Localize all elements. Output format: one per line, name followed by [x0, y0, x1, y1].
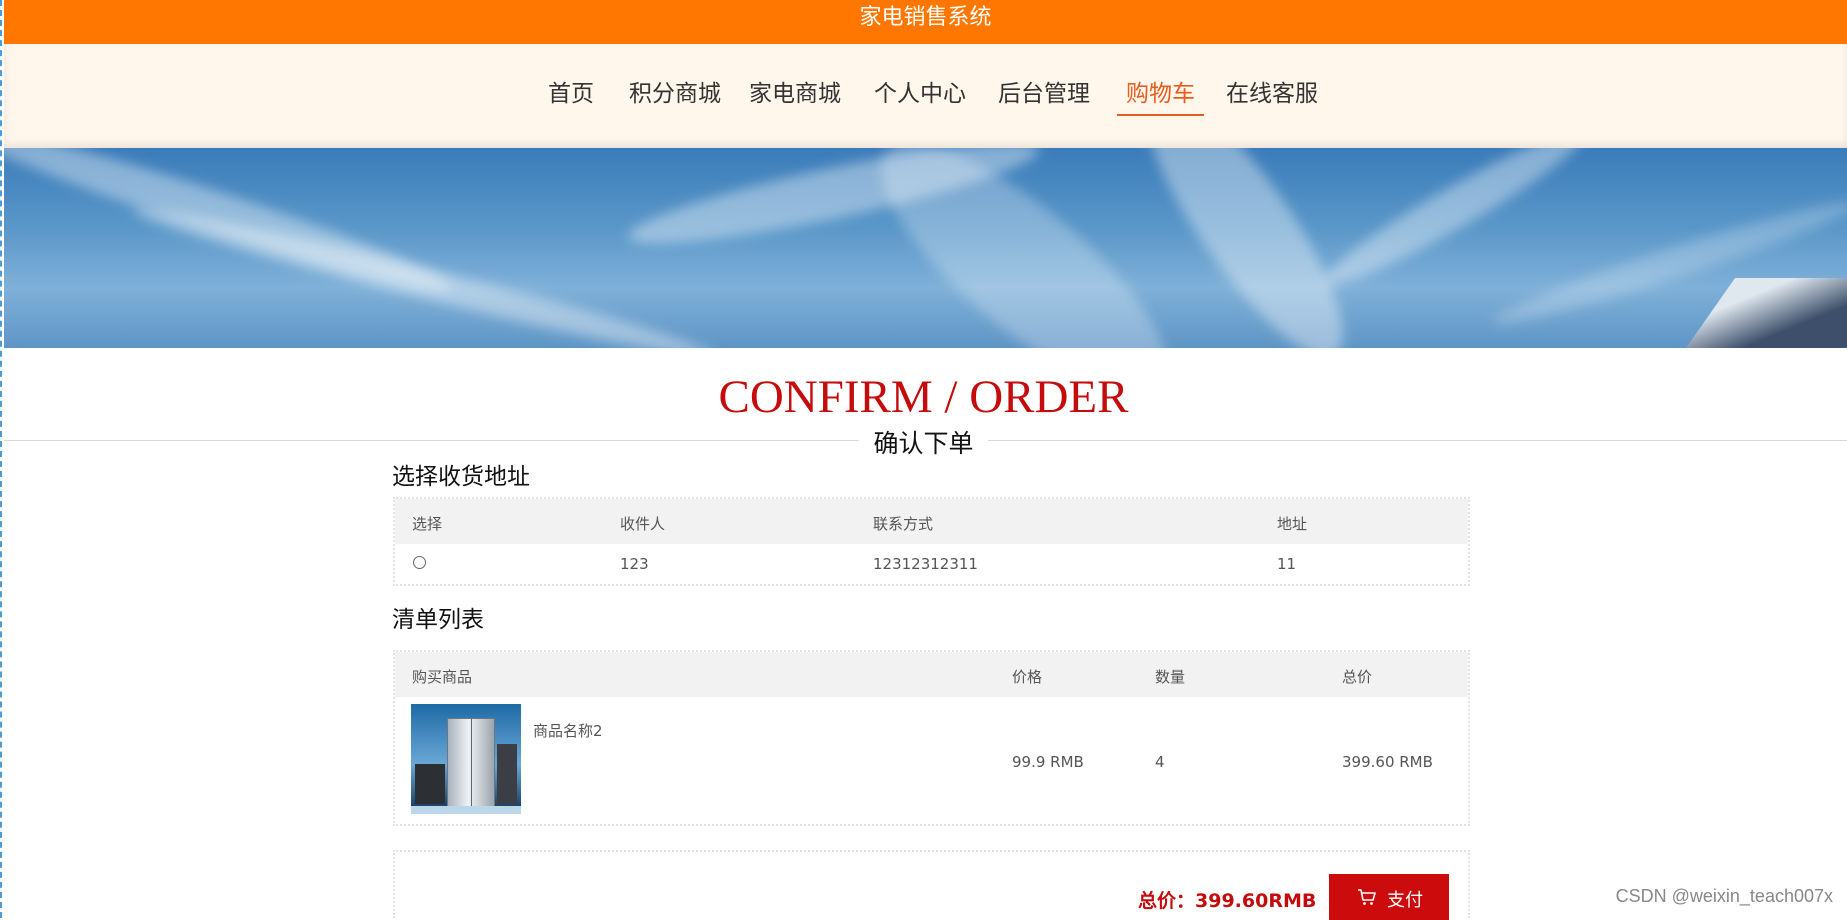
- mountain-peak: [1678, 278, 1847, 348]
- pay-button[interactable]: 支付: [1329, 874, 1449, 920]
- address-select-radio[interactable]: [413, 556, 426, 569]
- nav-item-home[interactable]: 首页: [548, 80, 594, 116]
- total-price-label: 总价：399.60RMB: [1138, 890, 1317, 912]
- app-title-bar: 家电销售系统: [4, 0, 1847, 44]
- address-table: 选择 收件人 联系方式 地址 123 12312312311 11: [393, 497, 1470, 586]
- nav-item-admin[interactable]: 后台管理: [998, 80, 1090, 116]
- refrigerator-product-image[interactable]: [411, 704, 521, 814]
- address-section-title: 选择收货地址: [392, 464, 530, 490]
- price-cell: 99.9 RMB: [1012, 753, 1084, 771]
- order-table-header: 购买商品 价格 数量 总价: [395, 652, 1468, 697]
- product-name[interactable]: 商品名称2: [533, 720, 603, 741]
- order-summary-bar: 总价：399.60RMB 支付: [393, 850, 1470, 920]
- col-header-address: 地址: [1277, 515, 1308, 533]
- address-table-header: 选择 收件人 联系方式 地址: [395, 499, 1468, 544]
- nav-item-cart[interactable]: 购物车: [1117, 80, 1204, 116]
- order-table: 购买商品 价格 数量 总价 商品名称2 99.9 RMB 4 399.60 RM…: [393, 650, 1470, 826]
- app-title: 家电销售系统: [859, 5, 992, 30]
- page-heading-en: CONFIRM / ORDER: [718, 371, 1129, 423]
- page-heading-cn: 确认下单: [859, 424, 988, 460]
- quantity-cell: 4: [1155, 753, 1165, 771]
- phone-cell: 12312312311: [873, 555, 978, 573]
- col-header-subtotal: 总价: [1342, 668, 1373, 686]
- subtotal-cell: 399.60 RMB: [1342, 753, 1433, 771]
- nav-item-points-mall[interactable]: 积分商城: [629, 80, 721, 116]
- nav-item-personal-center[interactable]: 个人中心: [874, 80, 966, 116]
- nav-item-appliance-mall[interactable]: 家电商城: [749, 80, 841, 116]
- col-header-quantity: 数量: [1155, 668, 1186, 686]
- sky-banner-image: [4, 148, 1847, 348]
- col-header-phone: 联系方式: [873, 515, 934, 533]
- col-header-select: 选择: [412, 515, 443, 533]
- order-list-section-title: 清单列表: [392, 607, 484, 633]
- pay-button-label: 支付: [1387, 890, 1423, 910]
- col-header-product: 购买商品: [412, 668, 473, 686]
- main-nav-bar: 首页 积分商城 家电商城 个人中心 后台管理 购物车 在线客服: [4, 44, 1847, 148]
- recipient-cell: 123: [620, 555, 649, 573]
- watermark-text: CSDN @weixin_teach007x: [1615, 886, 1833, 906]
- main-nav: 首页 积分商城 家电商城 个人中心 后台管理 购物车 在线客服: [4, 44, 1847, 148]
- cart-icon: [1358, 889, 1376, 905]
- col-header-price: 价格: [1012, 668, 1043, 686]
- col-header-recipient: 收件人: [620, 515, 666, 533]
- nav-item-customer-service[interactable]: 在线客服: [1226, 80, 1318, 116]
- address-cell: 11: [1277, 555, 1297, 573]
